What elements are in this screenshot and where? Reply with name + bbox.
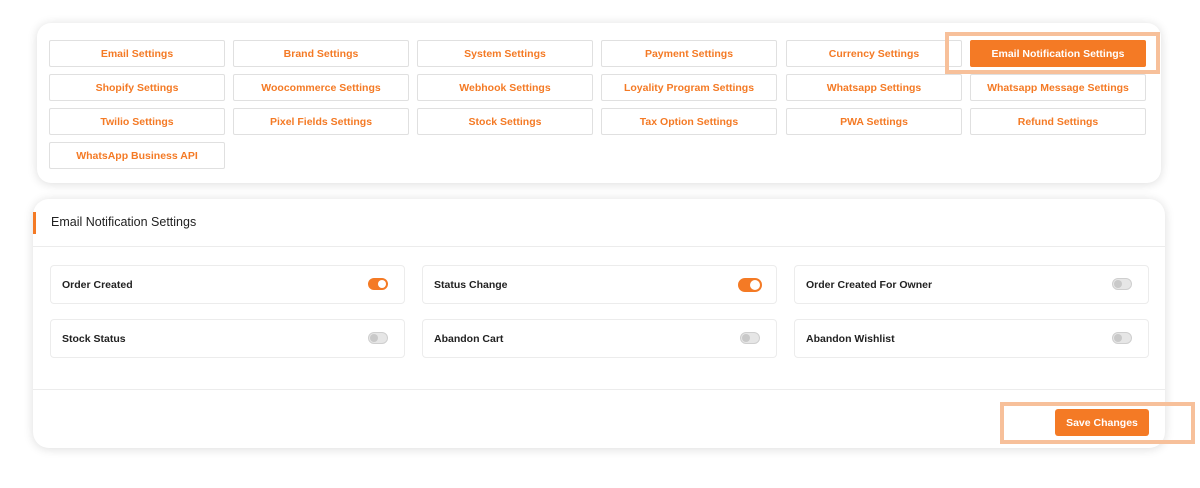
toggle-knob <box>1114 280 1122 288</box>
option-label: Abandon Wishlist <box>806 333 895 345</box>
tab-whatsapp-settings[interactable]: Whatsapp Settings <box>786 74 962 101</box>
tab-system-settings[interactable]: System Settings <box>417 40 593 67</box>
tab-pixel-fields-settings[interactable]: Pixel Fields Settings <box>233 108 409 135</box>
stock-status-toggle[interactable] <box>368 332 388 344</box>
abandon-wishlist-toggle[interactable] <box>1112 332 1132 344</box>
order-created-for-owner-toggle[interactable] <box>1112 278 1132 290</box>
panel-header-accent <box>33 212 36 234</box>
toggle-knob <box>370 334 378 342</box>
status-change-toggle[interactable] <box>738 278 762 292</box>
panel-header: Email Notification Settings <box>33 199 1165 247</box>
abandon-cart-toggle[interactable] <box>740 332 760 344</box>
option-label: Status Change <box>434 279 508 291</box>
option-abandon-cart: Abandon Cart <box>422 319 777 358</box>
tab-email-settings[interactable]: Email Settings <box>49 40 225 67</box>
option-stock-status: Stock Status <box>50 319 405 358</box>
tab-shopify-settings[interactable]: Shopify Settings <box>49 74 225 101</box>
option-label: Abandon Cart <box>434 333 504 345</box>
option-label: Stock Status <box>62 333 126 345</box>
email-notification-panel: Email Notification Settings Order Create… <box>33 199 1165 448</box>
footer-divider <box>33 389 1165 390</box>
option-order-created: Order Created <box>50 265 405 304</box>
tab-currency-settings[interactable]: Currency Settings <box>786 40 962 67</box>
tab-brand-settings[interactable]: Brand Settings <box>233 40 409 67</box>
option-status-change: Status Change <box>422 265 777 304</box>
option-order-created-for-owner: Order Created For Owner <box>794 265 1149 304</box>
toggle-knob <box>750 280 760 290</box>
panel-title: Email Notification Settings <box>51 215 197 229</box>
tab-whatsapp-business-api[interactable]: WhatsApp Business API <box>49 142 225 169</box>
toggle-knob <box>378 280 386 288</box>
option-label: Order Created <box>62 279 133 291</box>
tab-woocommerce-settings[interactable]: Woocommerce Settings <box>233 74 409 101</box>
tab-pwa-settings[interactable]: PWA Settings <box>786 108 962 135</box>
tab-payment-settings[interactable]: Payment Settings <box>601 40 777 67</box>
save-button-highlight <box>1000 402 1195 444</box>
tab-loyality-program-settings[interactable]: Loyality Program Settings <box>601 74 777 101</box>
tab-stock-settings[interactable]: Stock Settings <box>417 108 593 135</box>
tab-whatsapp-message-settings[interactable]: Whatsapp Message Settings <box>970 74 1146 101</box>
tab-tax-option-settings[interactable]: Tax Option Settings <box>601 108 777 135</box>
option-abandon-wishlist: Abandon Wishlist <box>794 319 1149 358</box>
active-tab-highlight <box>945 32 1160 74</box>
order-created-toggle[interactable] <box>368 278 388 290</box>
option-label: Order Created For Owner <box>806 279 933 291</box>
tab-refund-settings[interactable]: Refund Settings <box>970 108 1146 135</box>
toggle-knob <box>742 334 750 342</box>
tab-twilio-settings[interactable]: Twilio Settings <box>49 108 225 135</box>
tab-webhook-settings[interactable]: Webhook Settings <box>417 74 593 101</box>
toggle-knob <box>1114 334 1122 342</box>
